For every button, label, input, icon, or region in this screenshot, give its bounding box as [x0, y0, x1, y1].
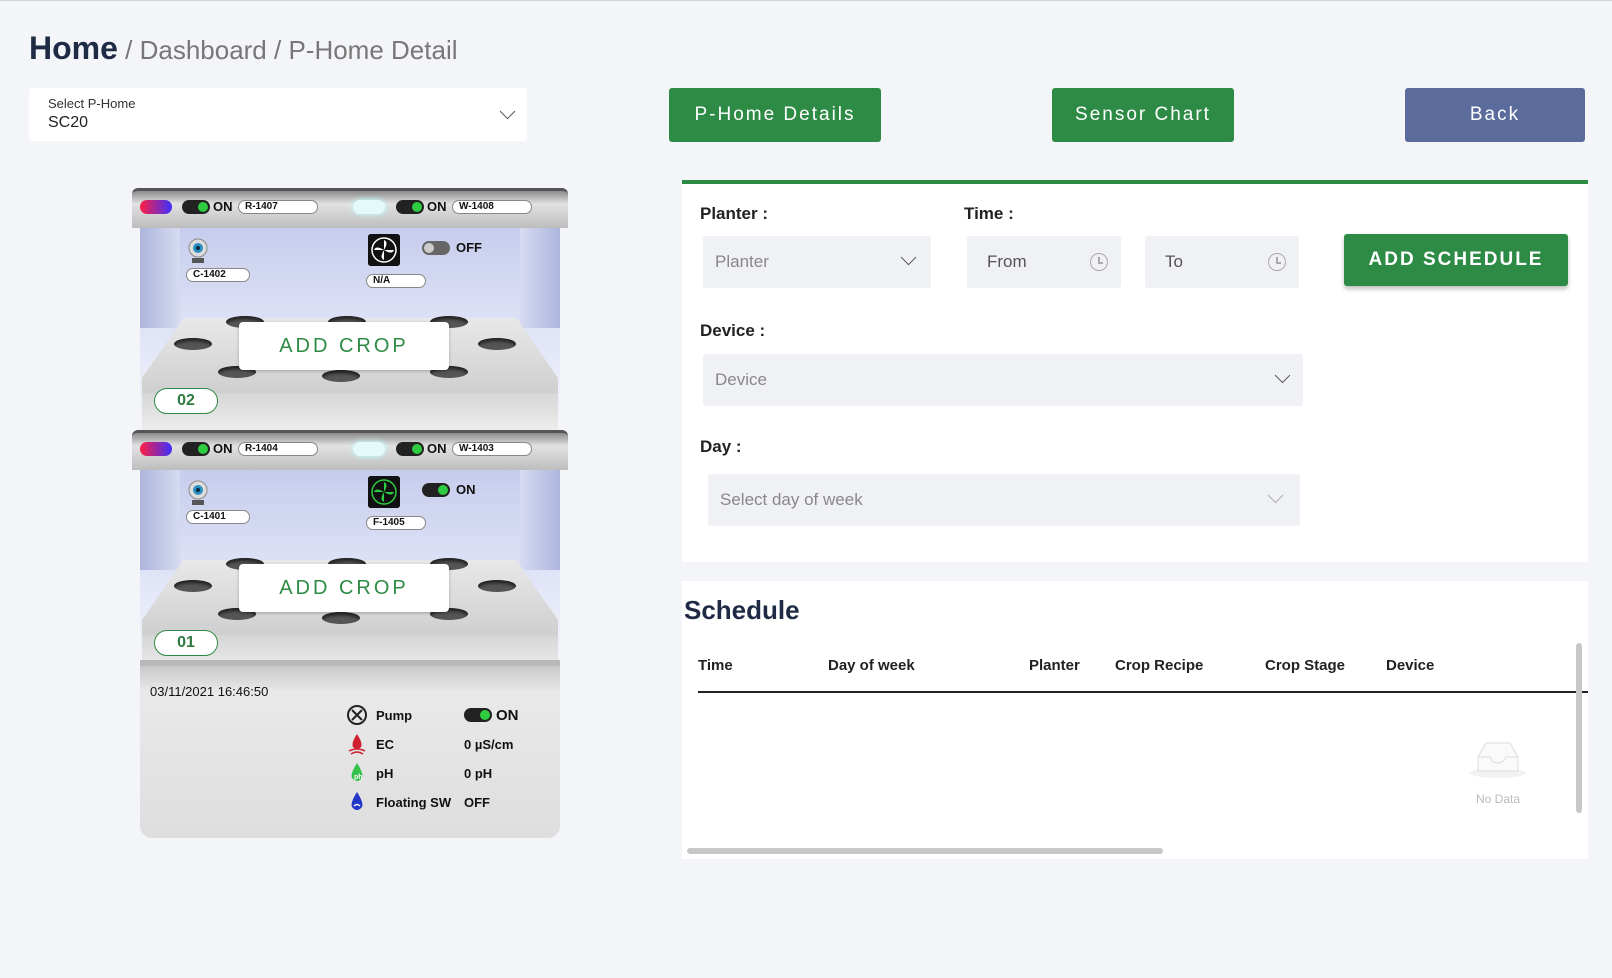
top-border — [0, 0, 1612, 1]
breadcrumb-path: / Dashboard / P-Home Detail — [117, 35, 458, 65]
back-button[interactable]: Back — [1405, 88, 1585, 142]
chevron-down-icon — [1274, 367, 1291, 384]
phome-details-button[interactable]: P-Home Details — [669, 88, 881, 142]
shelf-number: 02 — [154, 388, 218, 414]
column-header-planter: Planter — [1029, 657, 1080, 674]
white-led-icon — [353, 200, 385, 214]
white-led-toggle[interactable] — [396, 442, 424, 456]
empty-inbox-icon — [1470, 742, 1526, 778]
camera-icon — [188, 238, 208, 263]
add-schedule-button[interactable]: ADD SCHEDULE — [1344, 234, 1568, 286]
day-of-week-select[interactable]: Select day of week — [708, 474, 1300, 526]
to-time-input[interactable]: To — [1145, 236, 1299, 288]
sensor-timestamp: 03/11/2021 16:46:50 — [150, 684, 269, 699]
red-led-toggle[interactable] — [182, 200, 210, 214]
pump-label: Pump — [376, 707, 413, 723]
red-led-state: ON — [213, 441, 233, 456]
camera-id: C-1402 — [186, 268, 250, 282]
ec-drop-icon — [348, 734, 366, 755]
from-time-input[interactable]: From — [967, 236, 1121, 288]
white-led-id: W-1403 — [452, 442, 532, 456]
breadcrumb: Home / Dashboard / P-Home Detail — [29, 30, 458, 67]
time-label: Time : — [964, 204, 1014, 223]
day-label: Day : — [700, 437, 742, 456]
white-led-state: ON — [427, 199, 447, 214]
svg-text:ph: ph — [354, 774, 363, 781]
red-led-id: R-1404 — [238, 442, 318, 456]
ec-label: EC — [376, 736, 395, 752]
column-header-time: Time — [698, 657, 733, 674]
pump-state: ON — [496, 706, 519, 724]
column-header-crop-recipe: Crop Recipe — [1115, 657, 1204, 674]
ph-row: ph pH 0 pH — [346, 762, 492, 784]
fan-id: F-1405 — [366, 516, 426, 530]
ec-value: 0 µS/cm — [464, 736, 514, 752]
pump-row: Pump ON — [346, 704, 519, 726]
breadcrumb-home[interactable]: Home — [29, 30, 118, 66]
no-data-text: No Data — [1475, 792, 1521, 806]
white-led-state: ON — [427, 441, 447, 456]
device-select[interactable]: Device — [703, 354, 1303, 406]
day-placeholder: Select day of week — [720, 490, 863, 509]
column-header-day-of-week: Day of week — [828, 657, 915, 674]
chevron-down-icon — [900, 249, 917, 266]
from-placeholder: From — [987, 252, 1027, 271]
add-crop-button[interactable]: ADD CROP — [239, 564, 449, 612]
floating-switch-row: Floating SW OFF — [346, 791, 490, 813]
sensor-chart-button[interactable]: Sensor Chart — [1052, 88, 1234, 142]
phome-select-label: Select P-Home — [48, 96, 136, 111]
red-led-state: ON — [213, 199, 233, 214]
red-blue-led-icon — [140, 200, 172, 214]
column-header-device: Device — [1386, 657, 1435, 674]
ph-value: 0 pH — [464, 765, 493, 781]
floating-switch-value: OFF — [464, 794, 490, 810]
water-level-icon — [351, 792, 363, 810]
red-blue-led-icon — [140, 442, 172, 456]
horizontal-scrollbar[interactable] — [687, 848, 1163, 854]
camera-id: C-1401 — [186, 510, 250, 524]
clock-icon — [1268, 253, 1286, 271]
fan-icon — [368, 234, 400, 266]
shelf-number: 01 — [154, 630, 218, 656]
ph-drop-icon: ph — [351, 763, 363, 781]
schedule-section: Schedule Time Day of week Planter Crop R… — [682, 581, 1588, 859]
fan-toggle[interactable] — [422, 241, 450, 255]
schedule-title: Schedule — [684, 595, 800, 625]
white-led-icon — [353, 442, 385, 456]
clock-icon — [1090, 253, 1108, 271]
phome-select-value: SC20 — [48, 114, 89, 131]
ec-row: EC 0 µS/cm — [346, 733, 513, 755]
column-header-crop-stage: Crop Stage — [1265, 657, 1346, 674]
vertical-scrollbar[interactable] — [1576, 643, 1582, 813]
table-header-divider — [698, 691, 1588, 693]
fan-icon — [368, 476, 400, 508]
pump-toggle[interactable] — [464, 708, 492, 722]
add-crop-button[interactable]: ADD CROP — [239, 322, 449, 370]
fan-state: OFF — [456, 240, 482, 255]
shelf-02: ON R-1407 ON W-1408 C-1402 OFF N/A ADD C… — [132, 188, 568, 433]
phome-select[interactable]: Select P-Home SC20 — [29, 88, 527, 141]
device-placeholder: Device — [715, 370, 767, 389]
fan-id: N/A — [366, 274, 426, 288]
camera-icon — [188, 480, 208, 505]
shelf-01: ON R-1404 ON W-1403 C-1401 ON F-1405 ADD… — [132, 430, 568, 675]
floating-switch-label: Floating SW — [376, 794, 452, 810]
white-led-id: W-1408 — [452, 200, 532, 214]
planter-select[interactable]: Planter — [703, 236, 931, 288]
to-placeholder: To — [1165, 252, 1183, 271]
fan-toggle[interactable] — [422, 483, 450, 497]
device-label: Device : — [700, 321, 766, 340]
red-led-toggle[interactable] — [182, 442, 210, 456]
white-led-toggle[interactable] — [396, 200, 424, 214]
planter-label: Planter : — [700, 204, 769, 223]
planter-placeholder: Planter — [715, 252, 769, 271]
fan-state: ON — [456, 482, 476, 497]
chevron-down-icon — [499, 103, 516, 120]
pump-icon — [347, 705, 367, 725]
red-led-id: R-1407 — [238, 200, 318, 214]
ph-label: pH — [376, 765, 394, 781]
water-tank: 03/11/2021 16:46:50 Pump ON EC 0 µS/cm p… — [140, 660, 560, 838]
schedule-form-panel: Planter : Planter Time : From To ADD SCH… — [682, 180, 1588, 562]
chevron-down-icon — [1267, 487, 1284, 504]
